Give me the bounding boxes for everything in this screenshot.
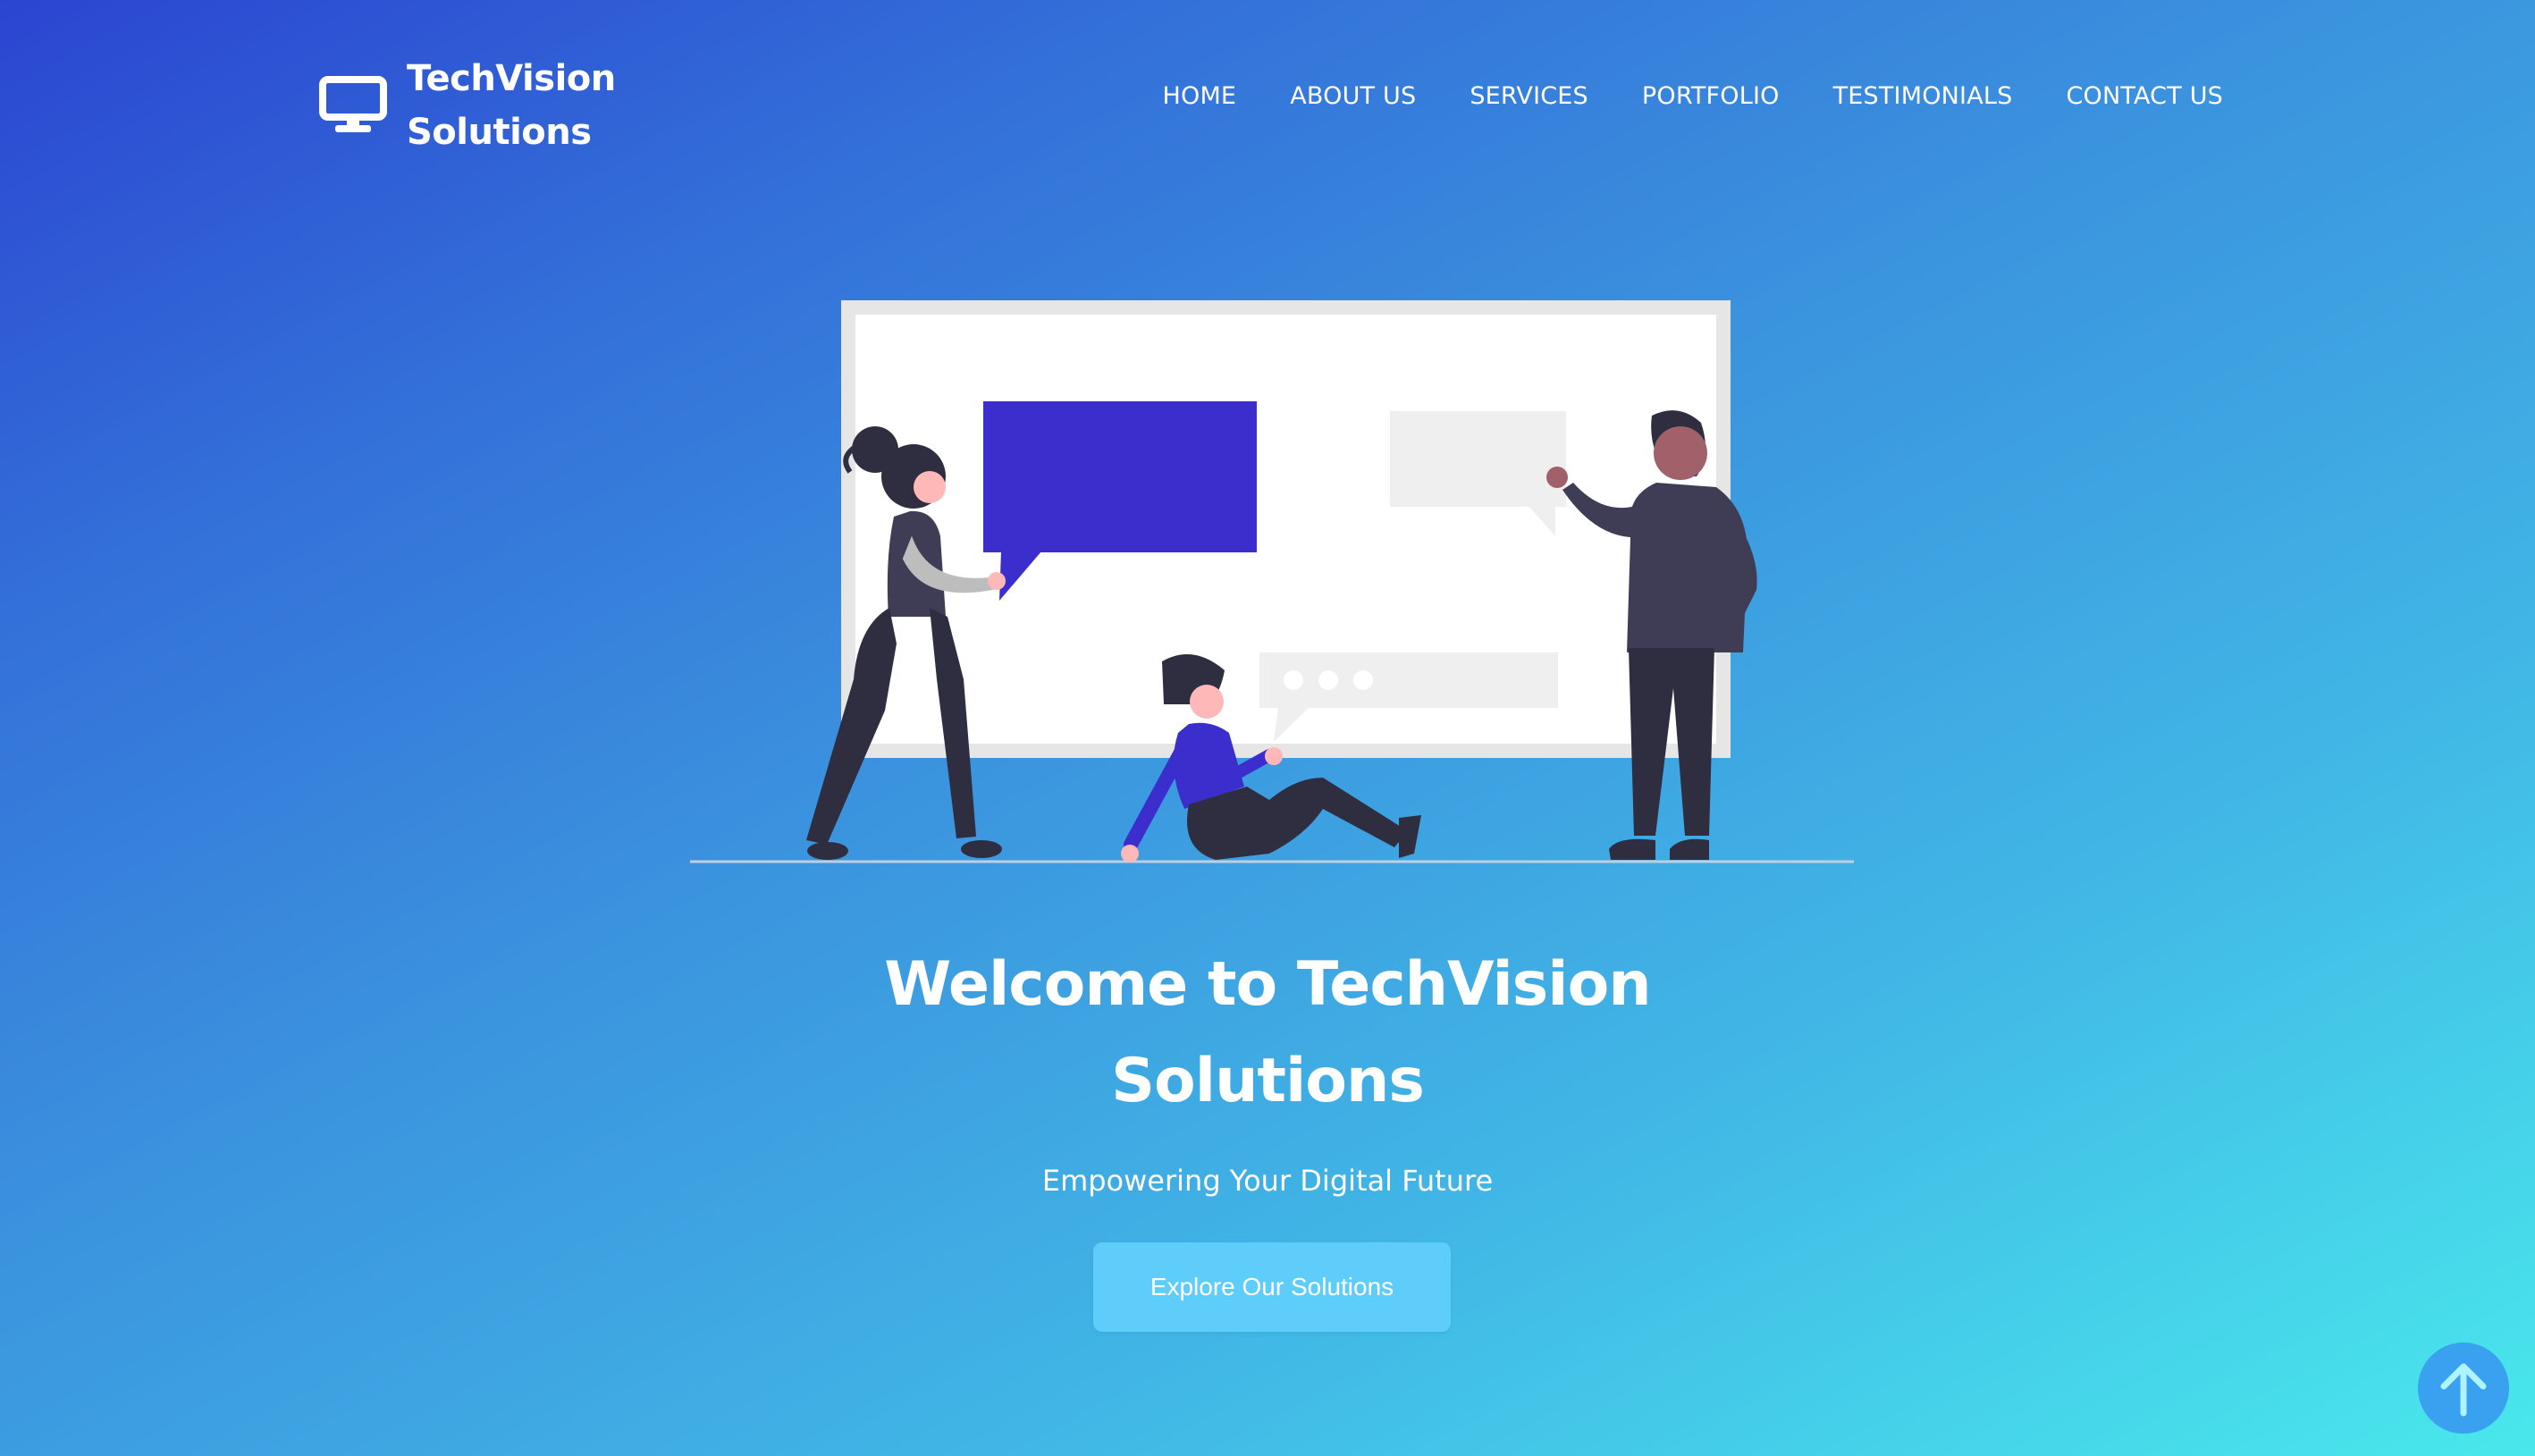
nav-testimonials[interactable]: TESTIMONIALS — [1833, 82, 2013, 110]
brand-name-line2: Solutions — [407, 112, 592, 153]
arrow-up-icon — [2437, 1359, 2490, 1417]
scroll-to-top-button[interactable] — [2418, 1342, 2509, 1434]
hero-title-line2: Solutions — [1111, 1046, 1425, 1116]
brand-logo[interactable]: TechVision Solutions — [319, 52, 616, 159]
hero-title-line1: Welcome to TechVision — [884, 949, 1651, 1020]
main-nav: HOME ABOUT US SERVICES PORTFOLIO TESTIMO… — [1162, 82, 2223, 110]
desktop-monitor-icon — [319, 76, 387, 135]
hero-illustration — [688, 295, 1859, 867]
nav-portfolio[interactable]: PORTFOLIO — [1642, 82, 1780, 110]
explore-solutions-button[interactable]: Explore Our Solutions — [1093, 1242, 1451, 1332]
nav-contact-us[interactable]: CONTACT US — [2066, 82, 2223, 110]
brand-name: TechVision Solutions — [407, 52, 616, 159]
nav-services[interactable]: SERVICES — [1470, 82, 1588, 110]
hero-subtitle: Empowering Your Digital Future — [1041, 1164, 1494, 1198]
nav-about-us[interactable]: ABOUT US — [1290, 82, 1416, 110]
nav-home[interactable]: HOME — [1162, 82, 1236, 110]
brand-name-line1: TechVision — [407, 58, 616, 99]
hero-title: Welcome to TechVision Solutions — [642, 937, 1893, 1130]
landing-page: TechVision Solutions HOME ABOUT US SERVI… — [0, 0, 2535, 1456]
